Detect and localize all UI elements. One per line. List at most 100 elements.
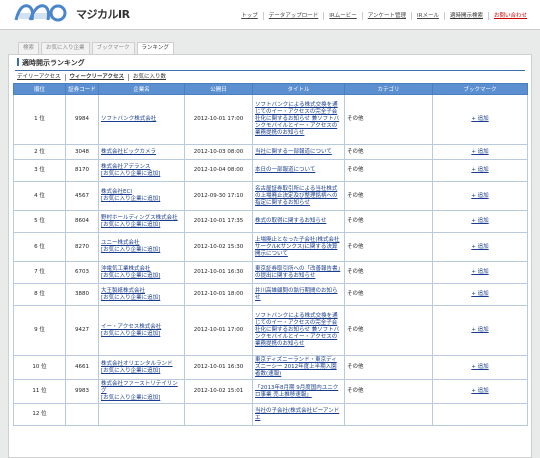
- company-link[interactable]: 大王製紙株式会社: [101, 288, 182, 295]
- company-link[interactable]: イー・アクセス株式会社: [101, 324, 182, 331]
- tab-ranking[interactable]: ランキング: [136, 42, 174, 54]
- add-bookmark-link[interactable]: + 追加: [471, 244, 488, 250]
- add-favorite-link[interactable]: [お気に入り企業に追加]: [101, 196, 182, 203]
- add-favorite-link[interactable]: [お気に入り企業に追加]: [101, 222, 182, 229]
- add-favorite-link[interactable]: [お気に入り企業に追加]: [101, 368, 182, 375]
- table-row: 11 位 9983 株式会社ファーストリテイリング [お気に入り企業に追加] 2012-…: [13, 379, 528, 404]
- code-cell: 8170: [65, 159, 99, 182]
- add-favorite-link[interactable]: [お気に入り企業に追加]: [101, 273, 182, 280]
- nav-survey[interactable]: アンケート管理: [361, 12, 411, 20]
- rank-cell: 5 位: [13, 210, 66, 233]
- company-link[interactable]: ソフトバンク株式会社: [101, 116, 182, 123]
- add-favorite-link[interactable]: [お気に入り企業に追加]: [101, 395, 182, 402]
- company-link[interactable]: ユニー株式会社: [101, 240, 182, 247]
- disclosure-title-link[interactable]: 東京ディズニーランド・東京ディズニーシー 2012年度上半期入園者数(速報): [255, 357, 342, 378]
- ranking-subnav: デイリーアクセス ウィークリーアクセス お気に入り数: [17, 74, 174, 81]
- add-bookmark-link[interactable]: + 追加: [471, 291, 488, 297]
- subnav-favorites-count[interactable]: お気に入り数: [133, 74, 170, 81]
- company-cell: ソフトバンク株式会社: [98, 94, 185, 145]
- title-cell: 株式の取得に関するお知らせ: [252, 210, 345, 233]
- disclosure-title-link[interactable]: 上場廃止となった子会社(株式会社サークルKサンクス)に関する決算開示について: [255, 237, 342, 258]
- company-link[interactable]: 株式会社アデランス: [101, 164, 182, 171]
- nav-contact[interactable]: お問い合わせ: [487, 12, 532, 20]
- nav-ir-mail[interactable]: IRメール: [411, 12, 444, 20]
- nav-data-upload[interactable]: データアップロード: [262, 12, 324, 20]
- add-favorite-link[interactable]: [お気に入り企業に追加]: [101, 295, 182, 302]
- company-link[interactable]: 株式会社オリエンタルランド: [101, 361, 182, 368]
- rank-cell: 1 位: [13, 94, 66, 145]
- company-cell: ユニー株式会社 [お気に入り企業に追加]: [98, 232, 185, 262]
- add-bookmark-link[interactable]: + 追加: [471, 388, 488, 394]
- date-cell: 2012-09-30 17:10: [184, 181, 253, 211]
- add-bookmark-link[interactable]: + 追加: [471, 167, 488, 173]
- title-cell: ソフトバンクによる株式交換を通じてのイー・アクセスの完全子会社化に関するお知らせ…: [252, 94, 345, 145]
- disclosure-title-link[interactable]: 「2013年8月期 9月度国内ユニクロ事業 売上推移速報」: [255, 385, 342, 399]
- table-body: 1 位 9984 ソフトバンク株式会社 2012-10-01 17:00 ソフトバンクに…: [13, 94, 528, 426]
- disclosure-title-link[interactable]: ソフトバンクによる株式交換を通じてのイー・アクセスの完全子会社化に関するお知らせ…: [255, 102, 342, 137]
- disclosure-title-link[interactable]: 名古屋証券取引所による当社株式の上場廃止決定及び整理銘柄への指定に関するお知らせ: [255, 186, 342, 207]
- bookmark-cell: + 追加: [432, 232, 528, 262]
- add-bookmark-link[interactable]: + 追加: [471, 327, 488, 333]
- date-cell: 2012-10-02 15:01: [184, 379, 253, 404]
- code-cell: 8604: [65, 210, 99, 233]
- subnav-weekly[interactable]: ウィークリーアクセス: [70, 74, 130, 81]
- disclosure-title-link[interactable]: 井川高雄顧問の執行期間のお知らせ: [255, 288, 342, 302]
- nav-disclosure-search[interactable]: 適時開示検索: [443, 12, 488, 20]
- add-bookmark-link[interactable]: + 追加: [471, 149, 488, 155]
- code-cell: 9427: [65, 305, 99, 356]
- category-cell: その他: [344, 261, 433, 284]
- table-row: 9 位 9427 イー・アクセス株式会社 [お気に入り企業に追加] 2012-10-01…: [13, 305, 528, 356]
- tab-bookmarks[interactable]: ブックマーク: [91, 42, 135, 54]
- add-bookmark-link[interactable]: + 追加: [471, 193, 488, 199]
- title-cell: 本日の一部報道について: [252, 159, 345, 182]
- title-cell: 「2013年8月期 9月度国内ユニクロ事業 売上推移速報」: [252, 379, 345, 404]
- tab-search[interactable]: 検索: [18, 42, 40, 54]
- category-cell: その他: [344, 305, 433, 356]
- table-row: 1 位 9984 ソフトバンク株式会社 2012-10-01 17:00 ソフトバンクに…: [13, 94, 528, 145]
- code-cell: 4567: [65, 181, 99, 211]
- nav-ir-movie[interactable]: IRムービー: [323, 12, 361, 20]
- subnav-daily[interactable]: デイリーアクセス: [17, 74, 66, 81]
- code-cell: 9984: [65, 94, 99, 145]
- disclosure-title-link[interactable]: 当社の子会社(株式会社ピーアンドエ: [255, 408, 342, 422]
- title-cell: 東京ディズニーランド・東京ディズニーシー 2012年度上半期入園者数(速報): [252, 355, 345, 380]
- category-cell: その他: [344, 144, 433, 160]
- rank-cell: 4 位: [13, 181, 66, 211]
- company-link[interactable]: 沖電気工業株式会社: [101, 266, 182, 273]
- disclosure-title-link[interactable]: 当社に関する一部報道について: [255, 149, 342, 156]
- panel-title-text: 適時開示ランキング: [22, 59, 85, 67]
- nav-top[interactable]: トップ: [236, 12, 263, 20]
- company-link[interactable]: 株式会社ファーストリテイリング: [101, 381, 182, 395]
- bookmark-cell: + 追加: [432, 159, 528, 182]
- disclosure-title-link[interactable]: ソフトバンクによる株式交換を通じてのイー・アクセスの完全子会社化に関するお知らせ…: [255, 313, 342, 348]
- date-cell: [184, 403, 253, 426]
- company-cell: 株式会社ECI [お気に入り企業に追加]: [98, 181, 185, 211]
- table-row: 10 位 4661 株式会社オリエンタルランド [お気に入り企業に追加] 2012-10…: [13, 355, 528, 380]
- add-favorite-link[interactable]: [お気に入り企業に追加]: [101, 171, 182, 178]
- add-bookmark-link[interactable]: + 追加: [471, 269, 488, 275]
- top-nav: トップ データアップロード IRムービー アンケート管理 IRメール 適時開示検…: [236, 12, 532, 20]
- category-cell: その他: [344, 181, 433, 211]
- rank-cell: 9 位: [13, 305, 66, 356]
- company-link[interactable]: 株式会社ECI: [101, 189, 182, 196]
- company-link[interactable]: 野村ホールディングス株式会社: [101, 215, 182, 222]
- company-link[interactable]: 株式会社ビックカメラ: [101, 149, 182, 156]
- disclosure-title-link[interactable]: 本日の一部報道について: [255, 167, 342, 174]
- logo-icon: [14, 2, 74, 24]
- category-cell: その他: [344, 232, 433, 262]
- tab-favorites[interactable]: お気に入り企業: [41, 42, 90, 54]
- add-bookmark-link[interactable]: + 追加: [471, 116, 488, 122]
- company-cell: [98, 403, 185, 426]
- disclosure-title-link[interactable]: 東京証券取引所への「改善報告書」の提出に関するお知らせ: [255, 266, 342, 280]
- col-rank: 順位: [13, 83, 66, 95]
- company-cell: イー・アクセス株式会社 [お気に入り企業に追加]: [98, 305, 185, 356]
- disclosure-title-link[interactable]: 株式の取得に関するお知らせ: [255, 218, 342, 225]
- add-favorite-link[interactable]: [お気に入り企業に追加]: [101, 247, 182, 254]
- add-bookmark-link[interactable]: + 追加: [471, 218, 488, 224]
- title-bar-icon: [17, 58, 19, 66]
- add-bookmark-link[interactable]: + 追加: [471, 364, 488, 370]
- title-cell: 当社に関する一部報道について: [252, 144, 345, 160]
- add-favorite-link[interactable]: [お気に入り企業に追加]: [101, 331, 182, 338]
- rank-cell: 3 位: [13, 159, 66, 182]
- code-cell: 3048: [65, 144, 99, 160]
